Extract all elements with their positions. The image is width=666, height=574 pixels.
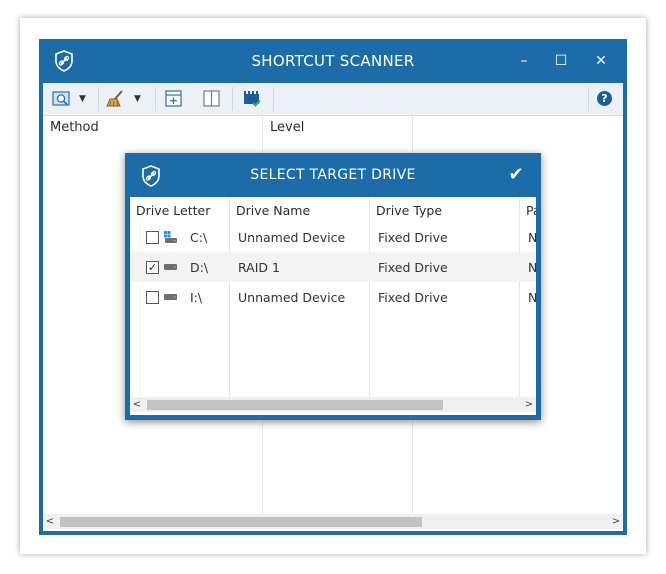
toolbar-separator (98, 87, 99, 111)
drive-letter: D:\ (190, 260, 209, 275)
close-button[interactable]: ✕ (589, 49, 613, 73)
toolbar-separator (155, 87, 156, 111)
select-drive-dialog: SELECT TARGET DRIVE ✔ Drive Letter Drive… (125, 153, 541, 420)
drive-checkbox[interactable] (146, 291, 159, 304)
add-panel-icon[interactable] (163, 88, 185, 110)
dialog-title: SELECT TARGET DRIVE (250, 167, 416, 183)
drive-type: Fixed Drive (378, 260, 448, 275)
dialog-titlebar[interactable]: SELECT TARGET DRIVE ✔ (125, 153, 541, 197)
maximize-button[interactable]: ☐ (549, 49, 573, 73)
drive-row-d[interactable]: ✓ D:\ RAID 1 Fixed Drive N (130, 252, 536, 282)
toolbar: ▼ ▼ ? (43, 83, 623, 116)
column-header-drive-name[interactable]: Drive Name (236, 203, 310, 218)
window-title: SHORTCUT SCANNER (251, 52, 415, 70)
drive-name: Unnamed Device (238, 230, 346, 245)
drive-partial: N (528, 230, 536, 245)
drive-name: RAID 1 (238, 260, 280, 275)
scrollbar-thumb[interactable] (147, 400, 443, 410)
drive-icon (164, 264, 177, 270)
help-icon[interactable]: ? (597, 91, 612, 106)
drive-row-c[interactable]: C:\ Unnamed Device Fixed Drive N (130, 222, 536, 252)
scan-icon[interactable] (51, 88, 73, 110)
scroll-left-arrow-icon[interactable]: < (43, 514, 57, 529)
toolbar-separator (273, 87, 274, 111)
drive-name: Unnamed Device (238, 290, 346, 305)
scroll-left-arrow-icon[interactable]: < (130, 397, 144, 412)
column-header-partial[interactable]: Pa (526, 203, 536, 218)
scroll-right-arrow-icon[interactable]: > (522, 397, 536, 412)
drive-list: Drive Letter Drive Name Drive Type Pa C:… (130, 197, 536, 415)
drive-letter: C:\ (190, 230, 208, 245)
column-header-drive-type[interactable]: Drive Type (376, 203, 442, 218)
drive-row-i[interactable]: I:\ Unnamed Device Fixed Drive N (130, 282, 536, 312)
main-titlebar[interactable]: SHORTCUT SCANNER – ☐ ✕ (39, 39, 627, 83)
broom-clean-icon[interactable] (105, 88, 127, 110)
minimize-button[interactable]: – (512, 49, 536, 73)
scrollbar-thumb[interactable] (60, 517, 422, 527)
column-header-method[interactable]: Method (50, 120, 99, 135)
drive-letter: I:\ (190, 290, 203, 305)
scan-dropdown-chevron-icon[interactable]: ▼ (79, 88, 89, 110)
confirm-checkmark-icon[interactable]: ✔ (505, 164, 527, 186)
drive-checkbox[interactable]: ✓ (146, 261, 159, 274)
column-header-level[interactable]: Level (270, 120, 304, 135)
drive-checkbox[interactable] (146, 231, 159, 244)
windows-drive-icon (164, 231, 177, 243)
scroll-right-arrow-icon[interactable]: > (609, 514, 623, 529)
split-panel-icon[interactable] (201, 88, 223, 110)
drive-type: Fixed Drive (378, 290, 448, 305)
broom-dropdown-chevron-icon[interactable]: ▼ (134, 88, 144, 110)
drive-type: Fixed Drive (378, 230, 448, 245)
drive-partial: N (528, 290, 536, 305)
toolbar-separator (588, 87, 589, 111)
drive-check-icon[interactable] (241, 88, 263, 110)
toolbar-separator (232, 87, 233, 111)
dialog-horizontal-scrollbar[interactable]: < > (130, 397, 536, 412)
drive-icon (164, 294, 177, 300)
main-horizontal-scrollbar[interactable]: < > (43, 514, 623, 529)
drive-partial: N (528, 260, 536, 275)
column-header-drive-letter[interactable]: Drive Letter (136, 203, 210, 218)
